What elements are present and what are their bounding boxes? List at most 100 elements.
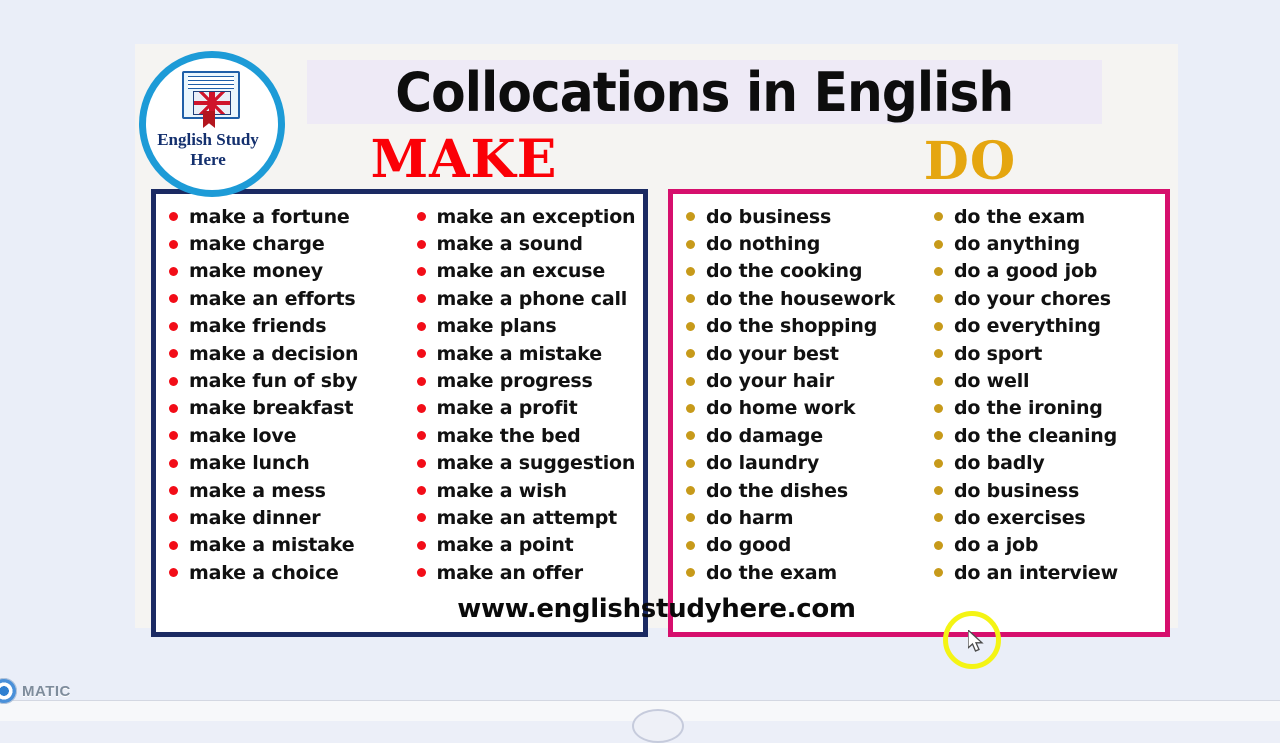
list-item: do a job <box>925 532 1161 559</box>
list-item: do exercises <box>925 504 1161 531</box>
list-item: do laundry <box>677 450 919 477</box>
list-item-label: do nothing <box>706 233 821 256</box>
list-item: make lunch <box>160 450 400 477</box>
do-list-right: do the exam do anything do a good job do yo… <box>919 203 1161 586</box>
section-heading-do: DO <box>923 131 1017 192</box>
bullet-icon <box>416 266 426 276</box>
bullet-icon <box>169 458 178 468</box>
list-item: make a sound <box>408 230 640 257</box>
list-item: do good <box>677 532 919 559</box>
do-list-left: do business do nothing do the cooking do th… <box>677 203 919 586</box>
bullet-icon <box>934 403 943 413</box>
bullet-icon <box>169 431 178 441</box>
list-item-label: make progress <box>436 370 593 393</box>
bullet-icon <box>416 568 426 578</box>
list-item-label: do the cleaning <box>954 424 1118 447</box>
bullet-icon <box>416 349 426 359</box>
list-item-label: do anything <box>954 233 1081 256</box>
list-item-label: do the cooking <box>706 260 863 283</box>
list-item-label: make a wish <box>436 479 568 502</box>
bullet-icon <box>416 513 426 523</box>
make-column-left: make a fortune make charge make money make … <box>160 203 400 632</box>
page-title: Collocations in English <box>395 60 1015 124</box>
bullet-icon <box>169 212 178 222</box>
bullet-icon <box>416 540 426 550</box>
list-item: do a good job <box>925 258 1161 285</box>
list-item-label: do laundry <box>706 452 820 475</box>
list-item: make an efforts <box>160 285 400 312</box>
bullet-icon <box>934 376 943 386</box>
list-item: do badly <box>925 450 1161 477</box>
list-item-label: do everything <box>954 315 1101 338</box>
list-item-label: make plans <box>436 315 557 338</box>
bullet-icon <box>416 239 426 249</box>
list-item-label: do damage <box>706 424 823 447</box>
bullet-icon <box>934 431 943 441</box>
bullet-icon <box>686 376 695 386</box>
list-item-label: do sport <box>954 342 1043 365</box>
list-item: make a choice <box>160 559 400 586</box>
panel-do: do business do nothing do the cooking do th… <box>668 189 1170 637</box>
list-item: make an attempt <box>408 504 640 531</box>
list-item: do damage <box>677 422 919 449</box>
list-item-label: do your best <box>706 342 839 365</box>
list-item: make a profit <box>408 395 640 422</box>
list-item-label: do business <box>706 205 832 228</box>
list-item: do harm <box>677 504 919 531</box>
list-item: make the bed <box>408 422 640 449</box>
list-item: do the cleaning <box>925 422 1161 449</box>
list-item-label: do exercises <box>954 506 1086 529</box>
logo-text: English Study Here <box>135 130 281 170</box>
mouse-cursor-icon <box>968 630 984 652</box>
list-item-label: do harm <box>706 506 794 529</box>
list-item: do the dishes <box>677 477 919 504</box>
list-item: do anything <box>925 230 1161 257</box>
bullet-icon <box>686 349 695 359</box>
recorder-watermark: MATIC <box>0 678 71 704</box>
list-item: do your hair <box>677 367 919 394</box>
host-bottom-arc <box>632 709 684 743</box>
list-item-label: make an excuse <box>436 260 606 283</box>
make-column-right: make an exception make a sound make an exc… <box>400 203 640 632</box>
list-item-label: make an offer <box>436 561 584 584</box>
section-heading-make: MAKE <box>370 129 558 190</box>
list-item-label: make money <box>189 260 323 283</box>
list-item: do well <box>925 367 1161 394</box>
list-item-label: do badly <box>954 452 1045 475</box>
bullet-icon <box>416 321 426 331</box>
bullet-icon <box>934 568 943 578</box>
logo-text-line2: Here <box>190 150 226 169</box>
list-item: make a suggestion <box>408 450 640 477</box>
list-item: do the shopping <box>677 313 919 340</box>
list-item-label: make a mistake <box>436 342 603 365</box>
list-item-label: do an interview <box>954 561 1118 584</box>
bullet-icon <box>686 239 695 249</box>
list-item-label: do good <box>706 534 792 557</box>
list-item: do the exam <box>677 559 919 586</box>
bullet-icon <box>686 431 695 441</box>
list-item-label: do the shopping <box>706 315 878 338</box>
list-item: make a phone call <box>408 285 640 312</box>
bullet-icon <box>686 294 695 304</box>
bullet-icon <box>686 403 695 413</box>
list-item-label: make a profit <box>436 397 578 420</box>
list-item-label: make an exception <box>436 205 636 228</box>
logo-text-line1: English Study <box>157 130 259 149</box>
bullet-icon <box>934 540 943 550</box>
bullet-icon <box>934 513 943 523</box>
bullet-icon <box>416 431 426 441</box>
bullet-icon <box>416 294 426 304</box>
list-item-label: make a phone call <box>436 287 628 310</box>
list-item: do your best <box>677 340 919 367</box>
bullet-icon <box>169 349 178 359</box>
bullet-icon <box>934 349 943 359</box>
list-item: make breakfast <box>160 395 400 422</box>
list-item: make a wish <box>408 477 640 504</box>
list-item: make a fortune <box>160 203 400 230</box>
list-item: do sport <box>925 340 1161 367</box>
list-item: do home work <box>677 395 919 422</box>
list-item: do an interview <box>925 559 1161 586</box>
list-item-label: make a decision <box>189 342 359 365</box>
bullet-icon <box>169 294 178 304</box>
bullet-icon <box>169 239 178 249</box>
